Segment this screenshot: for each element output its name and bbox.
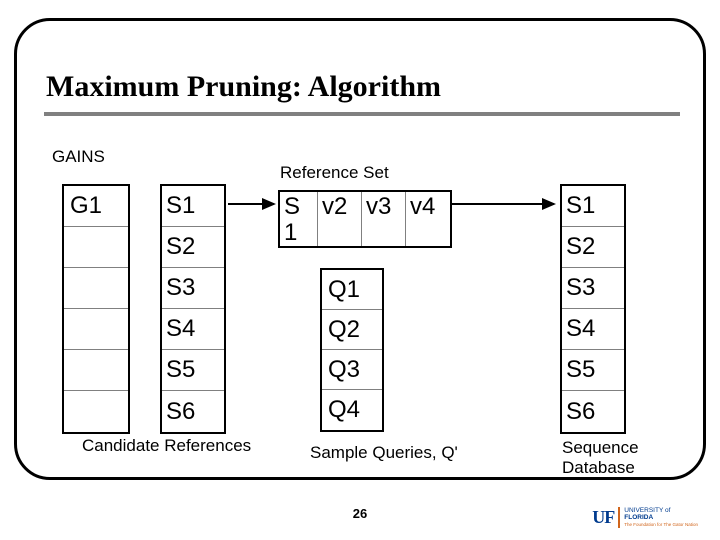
- gains-cell: G1: [64, 186, 128, 227]
- candidate-cell: S1: [162, 186, 224, 227]
- gains-cell: [64, 268, 128, 309]
- sequence-column: S1 S2 S3 S4 S5 S6: [560, 184, 626, 434]
- candidate-cell: S4: [162, 309, 224, 350]
- query-cell: Q4: [322, 390, 382, 430]
- candidate-cell: S5: [162, 350, 224, 391]
- query-cell: Q2: [322, 310, 382, 350]
- ref-cell: v2: [318, 192, 362, 246]
- gains-column: G1: [62, 184, 130, 434]
- seq-db-label: Sequence Database: [562, 438, 639, 478]
- uf-logo: UF UNIVERSITY of FLORIDA The Foundation …: [592, 507, 698, 528]
- candidate-refs-label: Candidate References: [82, 436, 251, 456]
- ref-cell: v3: [362, 192, 406, 246]
- ref-cell: S1: [280, 192, 318, 246]
- sequence-cell: S2: [562, 227, 624, 268]
- sequence-cell: S1: [562, 186, 624, 227]
- sequence-cell: S3: [562, 268, 624, 309]
- query-cell: Q3: [322, 350, 382, 390]
- gains-cell: [64, 350, 128, 391]
- gains-cell: [64, 309, 128, 350]
- query-column: Q1 Q2 Q3 Q4: [320, 268, 384, 432]
- candidate-cell: S2: [162, 227, 224, 268]
- candidate-column: S1 S2 S3 S4 S5 S6: [160, 184, 226, 434]
- slide-title: Maximum Pruning: Algorithm: [46, 70, 441, 104]
- uf-logo-mark: UF: [592, 507, 620, 528]
- uf-logo-tagline: The Foundation for The Gator Nation: [624, 521, 698, 528]
- query-cell: Q1: [322, 270, 382, 310]
- sample-queries-label: Sample Queries, Q': [310, 443, 458, 463]
- sequence-cell: S4: [562, 309, 624, 350]
- sequence-cell: S6: [562, 391, 624, 432]
- sequence-cell: S5: [562, 350, 624, 391]
- gains-cell: [64, 391, 128, 432]
- uf-logo-text: UNIVERSITY of FLORIDA The Foundation for…: [624, 507, 698, 528]
- uf-logo-name: FLORIDA: [624, 514, 698, 521]
- uf-logo-dept: UNIVERSITY of: [624, 507, 698, 514]
- candidate-cell: S3: [162, 268, 224, 309]
- reference-row: S1 v2 v3 v4: [278, 190, 452, 248]
- gains-label: GAINS: [52, 147, 105, 167]
- title-underline: [44, 112, 680, 116]
- reference-set-label: Reference Set: [280, 163, 389, 183]
- candidate-cell: S6: [162, 391, 224, 432]
- ref-cell: v4: [406, 192, 450, 246]
- gains-cell: [64, 227, 128, 268]
